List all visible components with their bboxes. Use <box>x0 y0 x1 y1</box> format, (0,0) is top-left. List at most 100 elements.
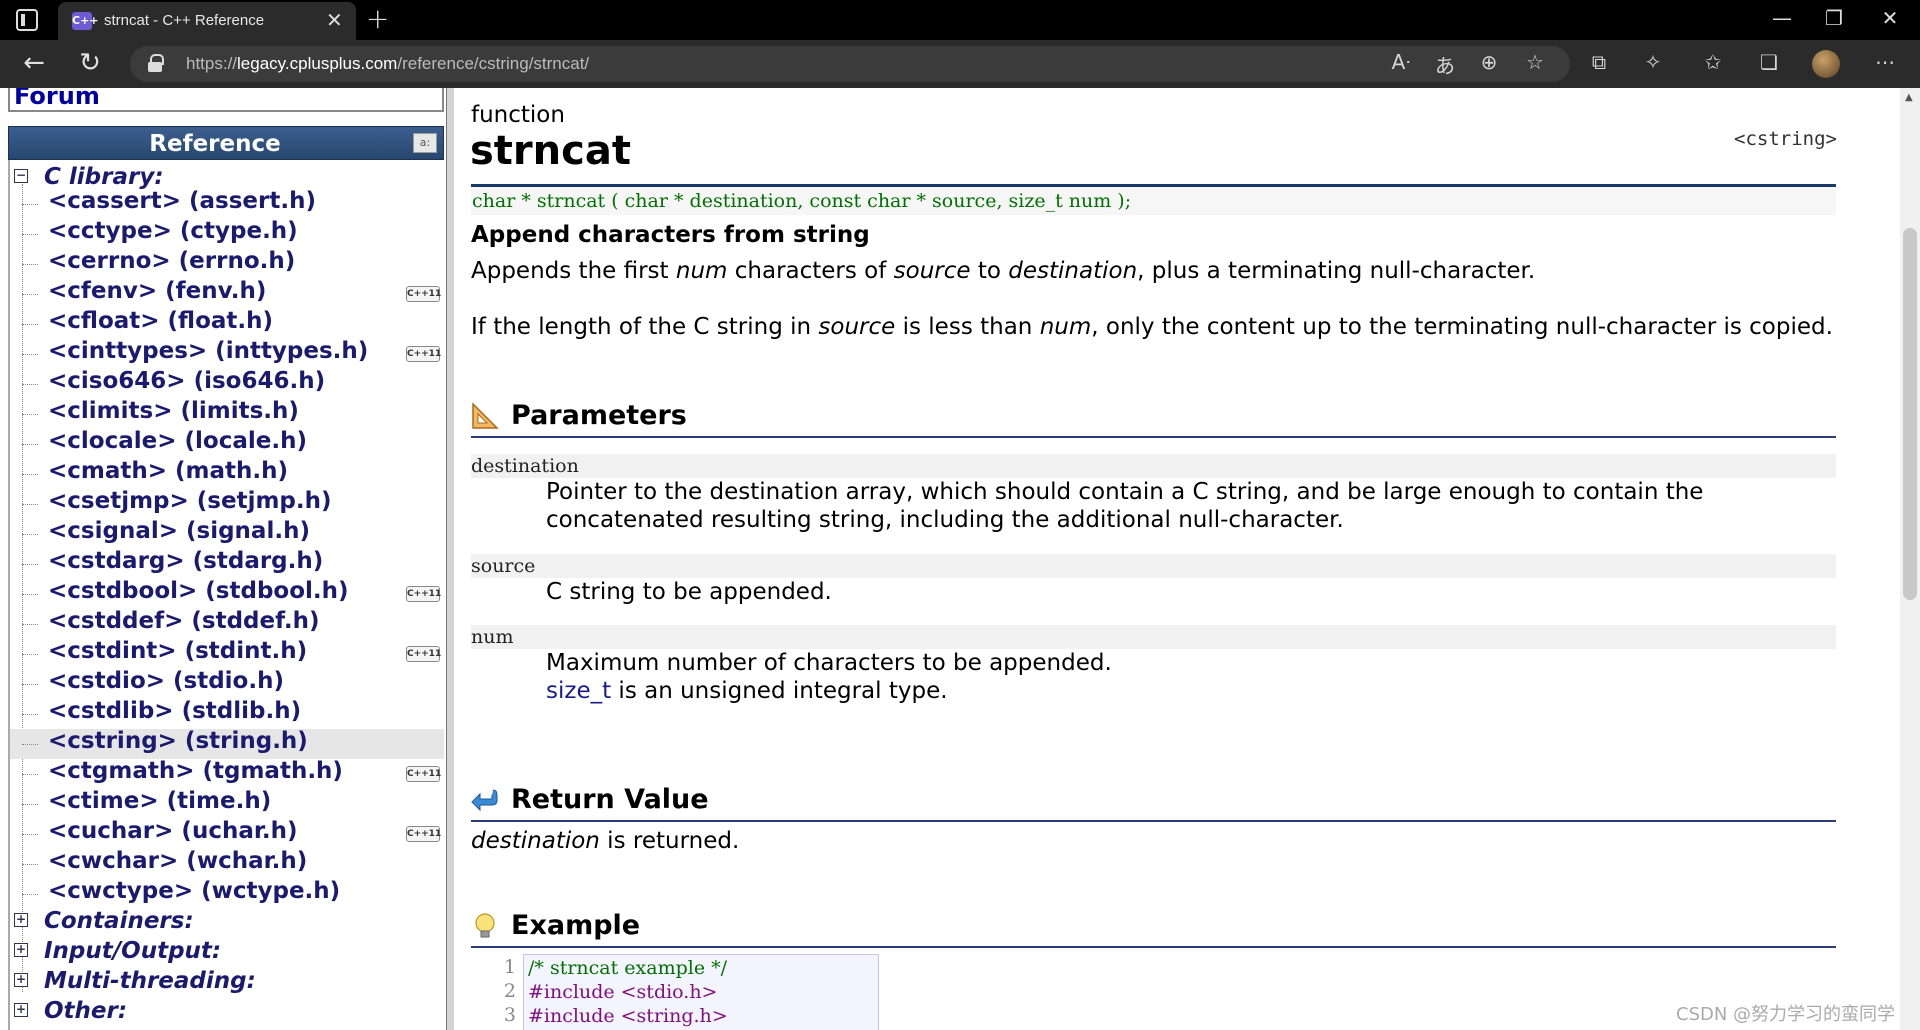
sidebar-item[interactable]: <cctype> (ctype.h) <box>48 218 298 244</box>
tree-line <box>22 184 23 992</box>
favorites-icon[interactable]: ✩ <box>1696 50 1730 74</box>
translate-icon[interactable]: あ <box>1428 50 1462 79</box>
ruler-triangle-icon <box>472 402 499 429</box>
lock-icon[interactable] <box>148 54 164 72</box>
expand-icon[interactable]: + <box>14 1003 28 1017</box>
category-item[interactable]: Containers: <box>44 908 194 934</box>
more-menu-icon[interactable]: ⋯ <box>1868 50 1902 74</box>
code-box[interactable]: /* strncat example */#include <stdio.h> #… <box>523 954 879 1030</box>
cpp11-badge: C++11 <box>406 286 441 302</box>
sidebar-item[interactable]: <ciso646> (iso646.h) <box>48 368 325 394</box>
sidebar-item[interactable]: <cfenv> (fenv.h) <box>48 278 266 304</box>
tree-connector <box>22 624 38 625</box>
example-section: Example <box>471 908 1836 948</box>
tree-connector <box>22 234 38 235</box>
sidebar-item[interactable]: <cstdint> (stdint.h) <box>48 638 307 664</box>
tree-connector <box>22 504 38 505</box>
window-close-icon[interactable]: ✕ <box>1870 6 1910 30</box>
forum-link[interactable]: Forum <box>14 88 100 110</box>
sidebar-item[interactable]: <clocale> (locale.h) <box>48 428 307 454</box>
description-1: Appends the first num characters of sour… <box>471 258 1536 284</box>
category-c-library[interactable]: C library: <box>44 164 164 190</box>
sidebar-item[interactable]: <cstddef> (stddef.h) <box>48 608 320 634</box>
tree-connector <box>22 594 38 595</box>
expand-icon[interactable]: + <box>14 943 28 957</box>
back-icon[interactable]: ← <box>16 48 52 78</box>
sidebar-item[interactable]: <csignal> (signal.h) <box>48 518 310 544</box>
sidebar-item[interactable]: <climits> (limits.h) <box>48 398 299 424</box>
restore-icon[interactable]: ❐ <box>1814 6 1854 30</box>
param-name: source <box>471 554 1836 578</box>
sidebar-item[interactable]: <cassert> (assert.h) <box>48 188 316 214</box>
read-aloud-icon[interactable]: Aᐧ <box>1384 50 1418 74</box>
line-number: 3 <box>503 1004 516 1026</box>
scrollbar-thumb[interactable] <box>1903 228 1917 600</box>
refresh-icon[interactable]: ↻ <box>72 48 108 78</box>
tree-connector <box>22 774 38 775</box>
param-description: Maximum number of characters to be appen… <box>546 649 1112 705</box>
sidebar-item[interactable]: <ctime> (time.h) <box>48 788 271 814</box>
sidebar-item[interactable]: <cstdbool> (stdbool.h) <box>48 578 349 604</box>
sidebar-item[interactable]: <cwctype> (wctype.h) <box>48 878 340 904</box>
param-description-line: Pointer to the destination array, which … <box>546 479 1704 505</box>
reference-header: Reference a: <box>8 126 444 160</box>
expand-icon[interactable]: + <box>14 973 28 987</box>
new-tab-icon[interactable]: + <box>366 2 389 35</box>
tree-connector <box>22 444 38 445</box>
close-tab-icon[interactable]: ✕ <box>326 8 343 32</box>
browser-tab[interactable]: C++ strncat - C++ Reference ✕ <box>58 2 356 40</box>
reference-title: Reference <box>149 131 281 157</box>
sidebar-item[interactable]: <cerrno> (errno.h) <box>48 248 295 274</box>
sidebar-item[interactable]: <cfloat> (float.h) <box>48 308 273 334</box>
category-item[interactable]: Multi-threading: <box>44 968 256 994</box>
size-t-link[interactable]: size_t <box>546 678 611 704</box>
tree-connector <box>22 414 38 415</box>
cpp11-badge: C++11 <box>406 826 441 842</box>
sidebar-item[interactable]: <cstring> (string.h) <box>48 728 308 754</box>
param-name: num <box>471 625 1836 649</box>
minimize-icon[interactable]: — <box>1762 6 1802 30</box>
sidebar-item[interactable]: <cstdarg> (stdarg.h) <box>48 548 323 574</box>
description-2: If the length of the C string in source … <box>471 314 1833 340</box>
sidebar-item[interactable]: <cwchar> (wchar.h) <box>48 848 307 874</box>
tree-connector <box>22 384 38 385</box>
sidebar-item[interactable]: <cuchar> (uchar.h) <box>48 818 298 844</box>
sidebar-splitter[interactable] <box>446 88 454 1030</box>
header-link[interactable]: <cstring> <box>1734 128 1837 150</box>
scroll-up-icon[interactable]: ▲ <box>1905 92 1913 103</box>
browser-essentials-icon[interactable]: ⧉ <box>1582 50 1616 74</box>
collections-icon[interactable]: ❏ <box>1752 50 1786 74</box>
language-toggle-icon[interactable]: a: <box>413 133 437 153</box>
cpp11-badge: C++11 <box>406 766 441 782</box>
cpp11-badge: C++11 <box>406 346 441 362</box>
sidebar-item[interactable]: <cmath> (math.h) <box>48 458 288 484</box>
return-arrow-icon <box>471 789 498 812</box>
tree-connector <box>22 264 38 265</box>
code-example: /* strncat example */#include <stdio.h> #… <box>471 954 879 1030</box>
zoom-icon[interactable]: ⊕ <box>1472 50 1506 74</box>
profile-avatar[interactable] <box>1812 50 1840 78</box>
param-description-line: C string to be appended. <box>546 579 832 605</box>
category-item[interactable]: Other: <box>44 998 127 1024</box>
sidebar-item[interactable]: <cstdio> (stdio.h) <box>48 668 284 694</box>
tree-connector <box>22 804 38 805</box>
sidebar-item[interactable]: <cinttypes> (inttypes.h) <box>48 338 368 364</box>
extensions-icon[interactable]: ✧ <box>1636 50 1670 74</box>
collapse-icon[interactable]: − <box>14 169 28 183</box>
address-bar[interactable]: https://legacy.cplusplus.com/reference/c… <box>130 46 1570 82</box>
parameters-title: Parameters <box>511 400 687 431</box>
sidebar-item[interactable]: <ctgmath> (tgmath.h) <box>48 758 343 784</box>
sidebar-item[interactable]: <cstdlib> (stdlib.h) <box>48 698 301 724</box>
tab-actions-icon[interactable] <box>16 9 38 31</box>
sidebar-item[interactable]: <csetjmp> (setjmp.h) <box>48 488 332 514</box>
category-item[interactable]: Input/Output: <box>44 938 221 964</box>
vertical-scrollbar[interactable]: ▲ <box>1900 88 1920 1030</box>
url-text[interactable]: https://legacy.cplusplus.com/reference/c… <box>186 54 589 74</box>
browser-titlebar: C++ strncat - C++ Reference ✕ + — ❐ ✕ <box>0 0 1920 40</box>
code-line: #include <string.h> <box>528 1005 728 1027</box>
tree-connector <box>22 204 38 205</box>
favorite-star-icon[interactable]: ☆ <box>1518 50 1552 74</box>
param-description: Pointer to the destination array, which … <box>546 478 1703 534</box>
expand-icon[interactable]: + <box>14 913 28 927</box>
return-description: destination is returned. <box>471 828 740 854</box>
